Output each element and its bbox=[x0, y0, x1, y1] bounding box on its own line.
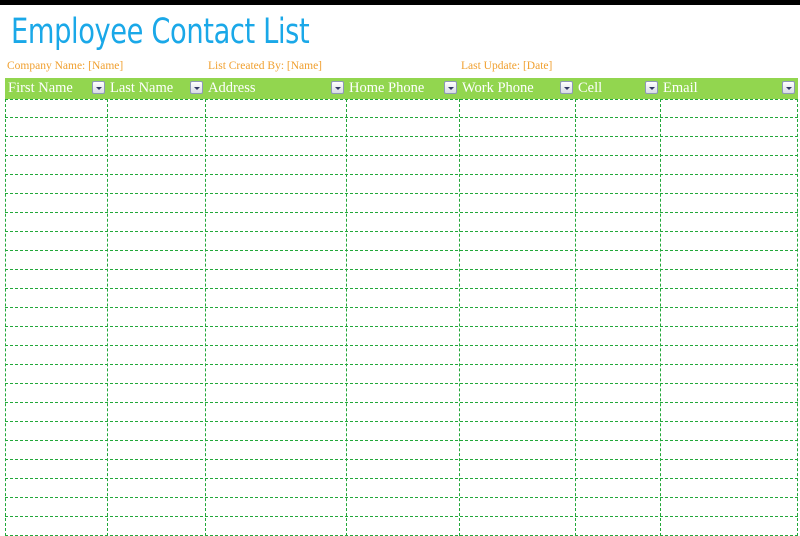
table-row[interactable] bbox=[5, 118, 798, 137]
column-label: Address bbox=[208, 80, 256, 96]
last-update-label[interactable]: Last Update: [Date] bbox=[461, 60, 552, 72]
column-header-work-phone: Work Phone bbox=[459, 78, 575, 99]
column-header-address: Address bbox=[205, 78, 346, 99]
table-row[interactable] bbox=[5, 441, 798, 460]
column-divider bbox=[575, 99, 576, 536]
column-label: Home Phone bbox=[349, 80, 425, 96]
column-header-home-phone: Home Phone bbox=[346, 78, 459, 99]
table-row[interactable] bbox=[5, 403, 798, 422]
column-divider bbox=[459, 99, 460, 536]
table-row[interactable] bbox=[5, 270, 798, 289]
table-row[interactable] bbox=[5, 460, 798, 479]
created-by-label[interactable]: List Created By: [Name] bbox=[208, 60, 322, 72]
table-row[interactable] bbox=[5, 156, 798, 175]
table-row[interactable] bbox=[5, 346, 798, 365]
column-header-email: Email bbox=[660, 78, 797, 99]
table-row[interactable] bbox=[5, 251, 798, 270]
table-row[interactable] bbox=[5, 327, 798, 346]
table-header: First Name Last Name Address Home Phone … bbox=[5, 78, 798, 99]
top-border bbox=[0, 0, 800, 5]
table-row[interactable] bbox=[5, 289, 798, 308]
column-divider bbox=[5, 99, 6, 536]
table-row[interactable] bbox=[5, 498, 798, 517]
dropdown-arrow-icon[interactable] bbox=[560, 81, 573, 94]
column-label: Cell bbox=[578, 80, 603, 96]
contact-table: First Name Last Name Address Home Phone … bbox=[5, 78, 798, 536]
column-header-first-name: First Name bbox=[5, 78, 107, 99]
table-row[interactable] bbox=[5, 137, 798, 156]
dropdown-arrow-icon[interactable] bbox=[190, 81, 203, 94]
dropdown-arrow-icon[interactable] bbox=[92, 81, 105, 94]
company-name-label[interactable]: Company Name: [Name] bbox=[7, 60, 123, 72]
dropdown-arrow-icon[interactable] bbox=[444, 81, 457, 94]
column-divider bbox=[660, 99, 661, 536]
column-header-cell: Cell bbox=[575, 78, 660, 99]
column-label: First Name bbox=[8, 80, 73, 96]
table-row[interactable] bbox=[5, 308, 798, 327]
column-divider bbox=[346, 99, 347, 536]
dropdown-arrow-icon[interactable] bbox=[782, 81, 795, 94]
table-row[interactable] bbox=[5, 213, 798, 232]
column-label: Email bbox=[663, 80, 698, 96]
column-label: Work Phone bbox=[462, 80, 534, 96]
table-row[interactable] bbox=[5, 194, 798, 213]
column-divider bbox=[797, 99, 798, 536]
column-label: Last Name bbox=[110, 80, 174, 96]
table-row[interactable] bbox=[5, 99, 798, 118]
table-row[interactable] bbox=[5, 365, 798, 384]
table-row[interactable] bbox=[5, 384, 798, 403]
column-divider bbox=[107, 99, 108, 536]
column-header-last-name: Last Name bbox=[107, 78, 205, 99]
column-divider bbox=[205, 99, 206, 536]
table-row[interactable] bbox=[5, 422, 798, 441]
table-row[interactable] bbox=[5, 517, 798, 536]
dropdown-arrow-icon[interactable] bbox=[645, 81, 658, 94]
page-title: Employee Contact List bbox=[11, 12, 310, 52]
dropdown-arrow-icon[interactable] bbox=[331, 81, 344, 94]
table-row[interactable] bbox=[5, 175, 798, 194]
table-row[interactable] bbox=[5, 232, 798, 251]
table-body bbox=[5, 99, 798, 536]
table-row[interactable] bbox=[5, 479, 798, 498]
